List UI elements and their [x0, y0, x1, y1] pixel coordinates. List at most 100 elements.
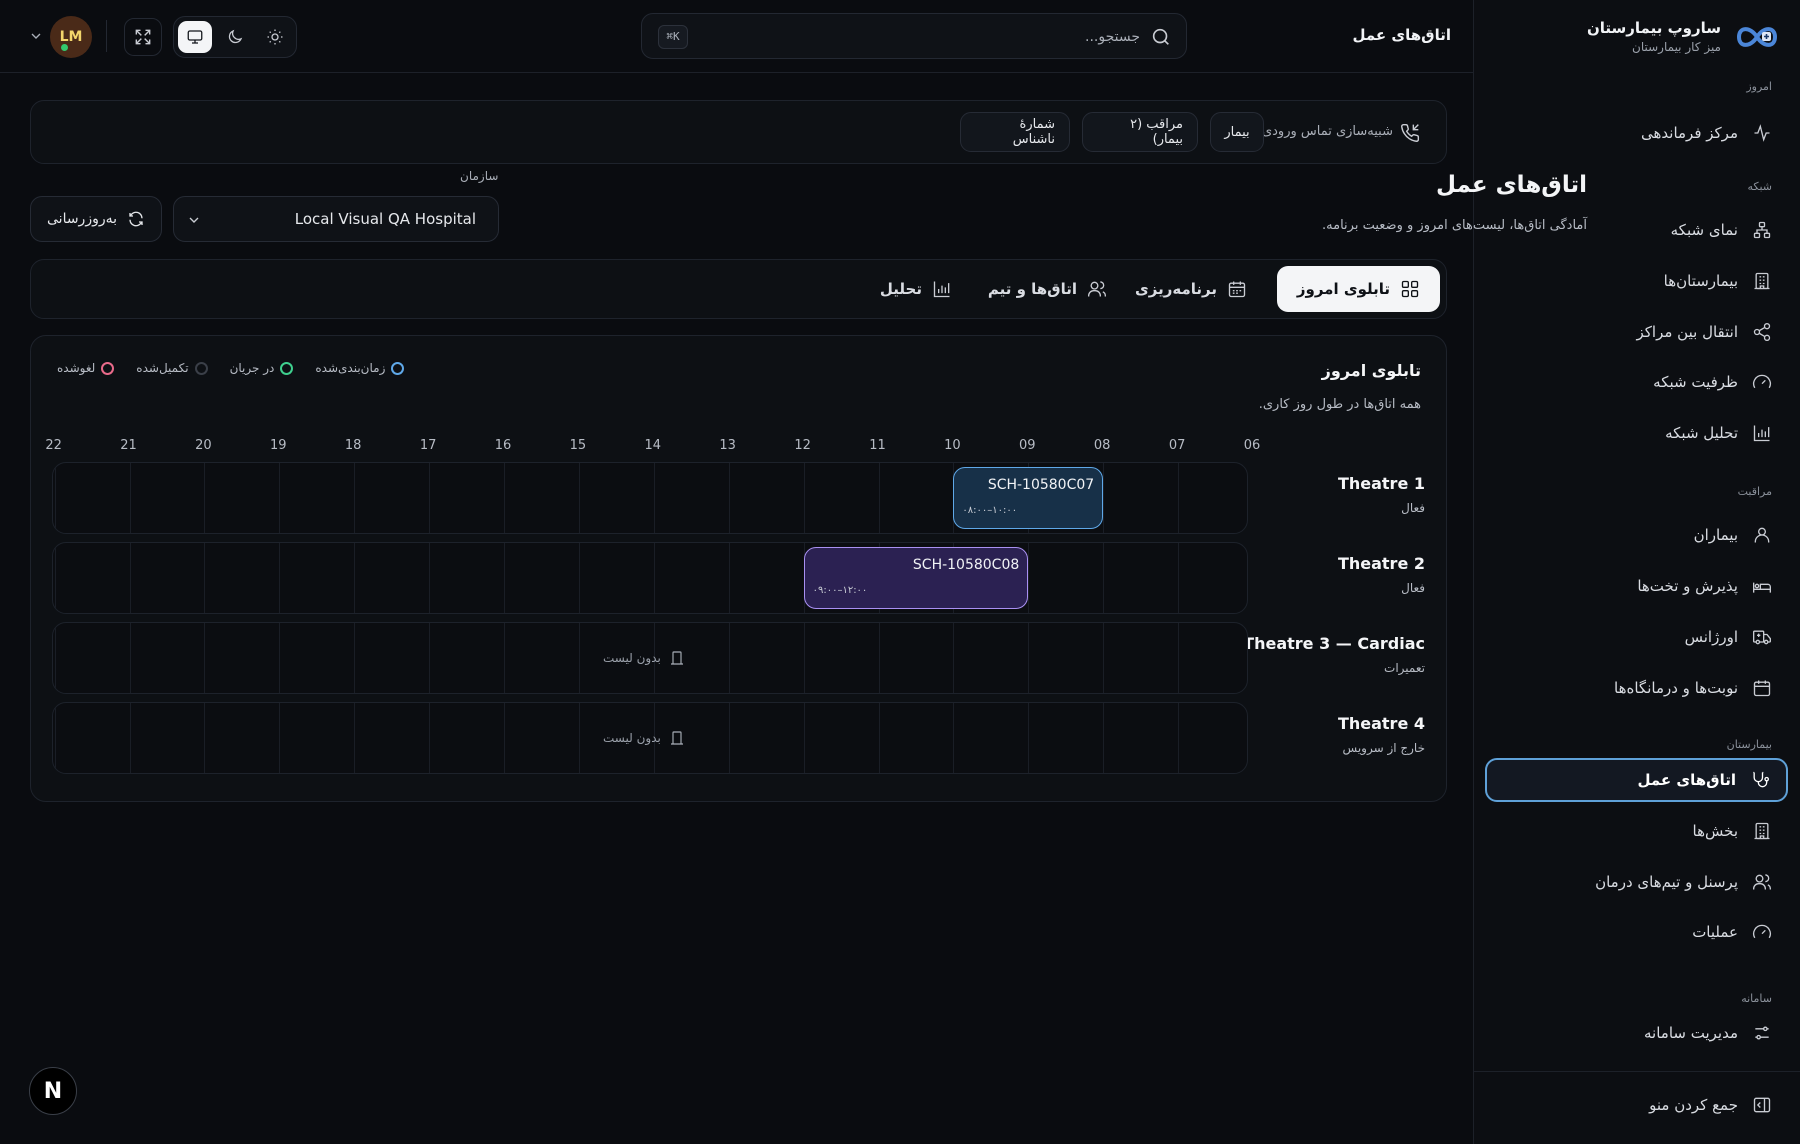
room-status: فعال — [1401, 501, 1425, 515]
hour-gridline — [129, 703, 131, 773]
room-timeline-track[interactable]: بدون لیست — [52, 622, 1248, 694]
sidebar-divider — [1474, 1071, 1800, 1072]
surgery-block[interactable]: SCH-10580C07 ۰۸:۰۰–۱۰:۰۰ — [953, 467, 1104, 529]
sidebar-item[interactable]: مدیریت سامانه — [1485, 1011, 1788, 1055]
system-theme-button[interactable] — [178, 21, 212, 53]
hour-gridline — [803, 463, 805, 533]
fullscreen-button[interactable] — [124, 18, 162, 56]
status-legend: لغوشده تکمیل‌شده در جریان زمان‌بندی‌شده — [57, 361, 405, 375]
sidebar-item-label: تحلیل شبکه — [1665, 424, 1738, 442]
legend-label: در جریان — [229, 361, 275, 375]
hour-gridline — [354, 463, 356, 533]
sidebar-item[interactable]: ظرفیت شبکه — [1485, 360, 1788, 404]
board-title: تابلوی امروز — [1321, 361, 1421, 380]
hour-gridline — [653, 543, 655, 613]
hour-gridline — [1028, 623, 1030, 693]
building-icon — [1754, 272, 1770, 290]
search-input[interactable] — [720, 24, 1140, 50]
hour-gridline — [129, 463, 131, 533]
simulate-unknown-number-chip[interactable]: شمارهٔ ناشناس — [960, 112, 1070, 152]
sidebar-item[interactable]: پرسنل و تیم‌های درمان — [1485, 860, 1788, 904]
hour-gridline — [54, 543, 56, 613]
ambulance-icon — [1753, 630, 1771, 645]
surgery-code: SCH-10580C08 — [912, 557, 1020, 573]
hour-gridline — [1103, 543, 1105, 613]
hour-gridline — [129, 623, 131, 693]
simulate-patient-chip[interactable]: بیمار — [1210, 112, 1264, 152]
empty-list-indicator: بدون لیست — [603, 650, 685, 666]
collapse-menu-label: جمع کردن منو — [1649, 1096, 1738, 1114]
room-status: فعال — [1401, 581, 1425, 595]
surgery-block[interactable]: SCH-10580C08 ۰۹:۰۰–۱۲:۰۰ — [803, 547, 1029, 609]
monitor-icon — [187, 30, 203, 44]
hour-gridline — [1028, 543, 1030, 613]
hour-gridline — [578, 623, 580, 693]
brand-subtitle: میز کار بیمارستان — [1632, 40, 1721, 54]
room-timeline-track[interactable]: SCH-10580C07 ۰۸:۰۰–۱۰:۰۰ — [52, 462, 1248, 534]
calendar-icon — [1753, 680, 1771, 697]
user-avatar[interactable]: LM — [50, 16, 92, 58]
room-timeline-track[interactable]: بدون لیست — [52, 702, 1248, 774]
hour-gridline — [653, 463, 655, 533]
hour-gridline — [504, 703, 505, 773]
hour-gridline — [728, 623, 730, 693]
organization-select[interactable]: Local Visual QA Hospital — [173, 196, 499, 242]
hour-gridline — [878, 623, 880, 693]
hour-gridline — [578, 463, 580, 533]
tab-rooms-team[interactable]: اتاق‌ها و تیم — [968, 266, 1127, 312]
tab-today-board[interactable]: تابلوی امروز — [1276, 266, 1440, 312]
sidebar-item[interactable]: مرکز فرماندهی — [1485, 111, 1788, 155]
hour-tick-label: 08 — [1093, 438, 1111, 453]
legend-item: تکمیل‌شده — [136, 361, 208, 375]
sidebar-item[interactable]: عملیات — [1485, 910, 1788, 954]
sidebar-item-label: بیمارستان‌ها — [1663, 272, 1738, 290]
sidebar-item-label: پرسنل و تیم‌های درمان — [1595, 873, 1738, 891]
hour-gridline — [204, 463, 206, 533]
sidebar-item[interactable]: بخش‌ها — [1485, 809, 1788, 853]
tab-rooms-team-label: اتاق‌ها و تیم — [987, 280, 1077, 298]
hour-gridline — [803, 703, 805, 773]
sidebar-item[interactable]: اورژانس — [1485, 615, 1788, 659]
sidebar-item-label: نمای شبکه — [1670, 221, 1738, 239]
hour-gridline — [1178, 463, 1180, 533]
sidebar-item-label: بیماران — [1693, 526, 1738, 544]
framework-badge[interactable]: N — [29, 1067, 77, 1115]
simulate-caregiver-chip[interactable]: مراقب (۲ بیمار) — [1082, 112, 1198, 152]
refresh-label: به‌روزرسانی — [47, 211, 118, 227]
chevron-down-icon[interactable] — [28, 28, 44, 44]
organization-value: Local Visual QA Hospital — [294, 210, 476, 228]
sidebar-item[interactable]: انتقال بین مراکز — [1485, 310, 1788, 354]
search-shortcut-badge: K⌘ — [658, 25, 688, 49]
sidebar-item[interactable]: بیماران — [1485, 513, 1788, 557]
tab-planning[interactable]: برنامه‌ریزی — [1115, 266, 1267, 312]
hour-gridline — [1103, 703, 1105, 773]
light-theme-button[interactable] — [258, 21, 292, 53]
sidebar-item[interactable]: اتاق‌های عمل — [1485, 758, 1788, 802]
sidebar-item-label: اورژانس — [1684, 628, 1738, 646]
hour-gridline — [953, 623, 955, 693]
refresh-button[interactable]: به‌روزرسانی — [30, 196, 162, 242]
search-box[interactable]: K⌘ — [641, 13, 1187, 59]
hour-gridline — [354, 623, 356, 693]
hour-gridline — [429, 703, 431, 773]
hour-gridline — [279, 623, 281, 693]
theme-switcher — [173, 16, 297, 58]
sidebar-item[interactable]: تحلیل شبکه — [1485, 411, 1788, 455]
surgery-time: ۰۸:۰۰–۱۰:۰۰ — [962, 505, 1018, 516]
door-icon — [670, 651, 683, 665]
hour-gridline — [1178, 623, 1180, 693]
sidebar-item[interactable]: نوبت‌ها و درمانگاه‌ها — [1485, 666, 1788, 710]
legend-dot — [391, 361, 405, 375]
sidebar-item[interactable]: بیمارستان‌ها — [1485, 259, 1788, 303]
surgery-code: SCH-10580C07 — [987, 477, 1095, 493]
hour-tick-label: 09 — [1019, 438, 1036, 453]
sidebar-item[interactable]: پذیرش و تخت‌ها — [1485, 564, 1788, 608]
hour-gridline — [429, 623, 431, 693]
room-timeline-track[interactable]: SCH-10580C08 ۰۹:۰۰–۱۲:۰۰ — [52, 542, 1248, 614]
collapse-menu-button[interactable]: جمع کردن منو — [1485, 1083, 1788, 1127]
dark-theme-button[interactable] — [218, 21, 252, 53]
room-status: تعمیرات — [1384, 661, 1425, 675]
hour-tick-label: 21 — [120, 438, 137, 453]
tab-analytics[interactable]: تحلیل — [860, 266, 972, 312]
room-status: خارج از سرویس — [1342, 741, 1425, 755]
